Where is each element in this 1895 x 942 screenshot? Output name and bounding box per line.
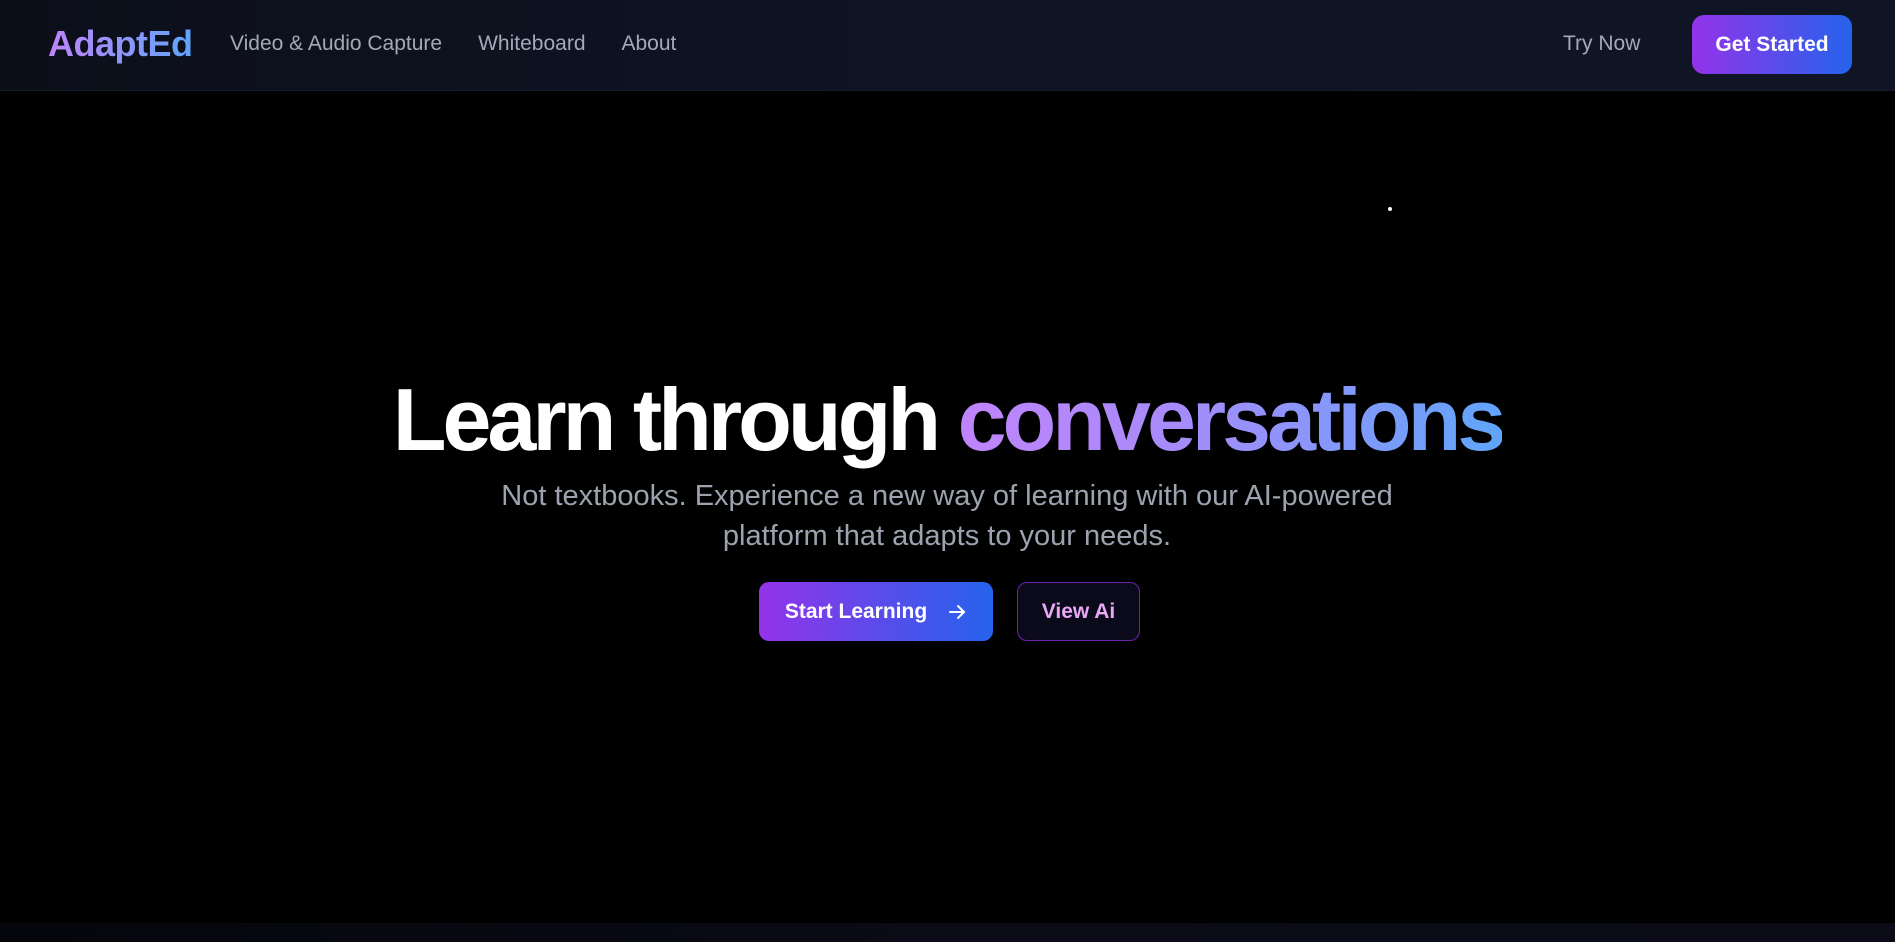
logo[interactable]: AdaptEd (48, 20, 193, 68)
hero-title-accent: conversations (957, 370, 1507, 469)
nav-link-about[interactable]: About (622, 30, 677, 58)
view-ai-button[interactable]: View Ai (1017, 582, 1140, 641)
get-started-button[interactable]: Get Started (1692, 15, 1852, 74)
try-now-link[interactable]: Try Now (1563, 30, 1640, 58)
hero-title: Learn through conversations (0, 368, 1895, 472)
top-navbar: AdaptEd Video & Audio Capture Whiteboard… (0, 0, 1895, 91)
hero-title-main: Learn through (392, 370, 958, 469)
landing-page: AdaptEd Video & Audio Capture Whiteboard… (0, 0, 1895, 942)
hero-subtitle: Not textbooks. Experience a new way of l… (501, 480, 1393, 552)
cta-row: Start Learning View Ai (759, 582, 1140, 641)
nav-link-video-audio-capture[interactable]: Video & Audio Capture (230, 30, 442, 58)
arrow-right-icon (947, 602, 967, 622)
nav-link-whiteboard[interactable]: Whiteboard (478, 30, 585, 58)
decorative-dot (1388, 207, 1392, 211)
start-learning-button[interactable]: Start Learning (759, 582, 993, 641)
start-learning-label: Start Learning (784, 599, 928, 623)
nav-links: Video & Audio Capture Whiteboard About (230, 0, 676, 88)
bottom-section-edge (0, 923, 1895, 942)
